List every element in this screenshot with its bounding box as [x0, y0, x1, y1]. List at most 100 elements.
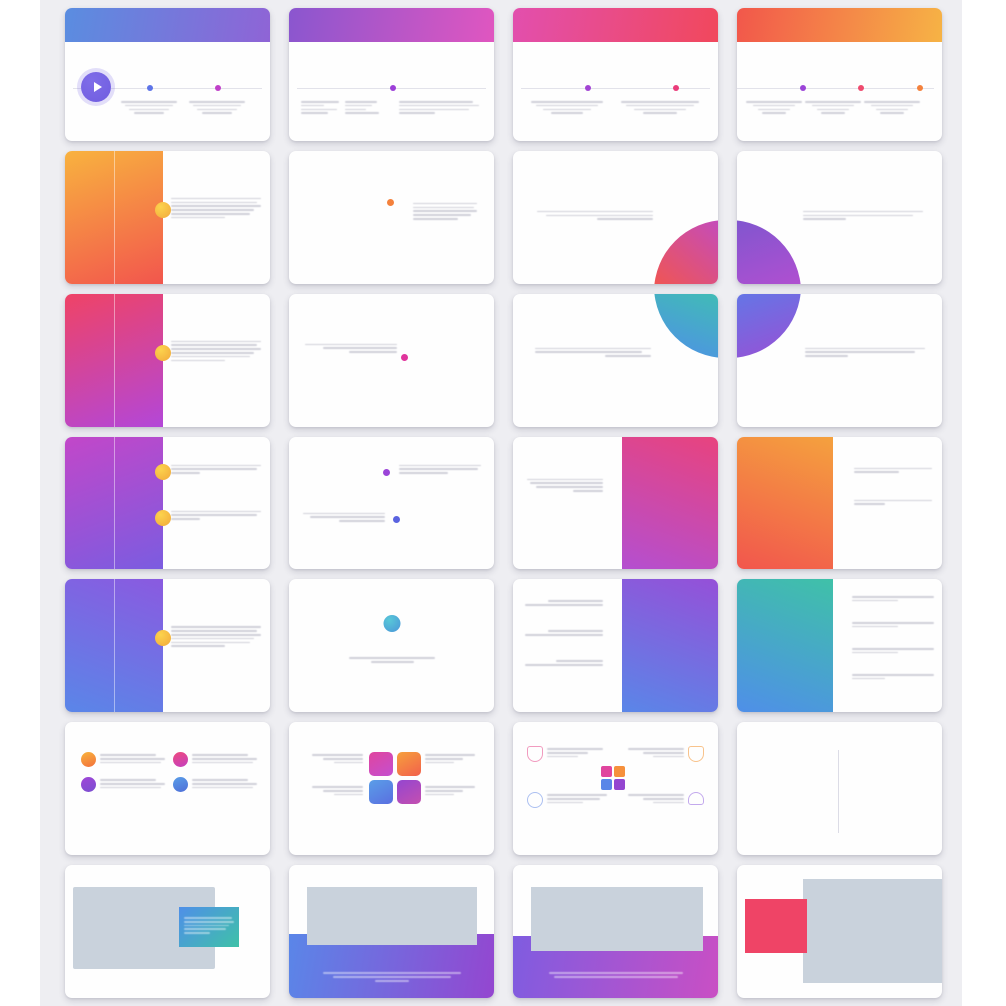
space-earth-photo [531, 887, 703, 952]
statement-body [803, 210, 923, 220]
swot-cell [81, 777, 165, 793]
slide-statement-02[interactable] [737, 150, 942, 284]
timeline-axis [521, 88, 710, 89]
swot-body [527, 478, 603, 492]
slide-explore-unknown[interactable] [513, 865, 718, 998]
item-body [170, 197, 261, 219]
item-body [852, 595, 934, 602]
slide-swot-analysis-icons[interactable] [513, 722, 718, 856]
swot-cell [173, 752, 257, 768]
panel-content [170, 462, 261, 474]
slide-timeline-panel-blue[interactable] [65, 579, 270, 713]
cell-body [628, 748, 684, 758]
square-t [397, 780, 421, 805]
timeline-dot [386, 198, 394, 206]
globe-icon [383, 615, 400, 633]
event-body [189, 101, 245, 114]
right-body [413, 202, 477, 220]
slide-west-europe[interactable] [289, 293, 494, 427]
timeline-body [737, 42, 942, 128]
slide-timeline-panel-pink[interactable] [65, 293, 270, 427]
gradient-panel [65, 150, 164, 284]
slide-swot-s[interactable] [513, 436, 718, 570]
timeline-knob [155, 201, 171, 218]
row-body [399, 464, 481, 474]
cell-body [100, 754, 165, 764]
panel-content [170, 508, 261, 520]
statement-number [654, 219, 718, 284]
slide-statement-01[interactable] [513, 150, 718, 284]
square-w [397, 752, 421, 777]
cell-body [425, 786, 487, 796]
screenshot-root [0, 0, 1006, 1006]
event-body [527, 101, 607, 114]
slide-timeline-1[interactable] [65, 8, 270, 141]
slide-statement-03[interactable] [737, 293, 942, 427]
slide-subtitle [349, 657, 435, 663]
timeline-dot [917, 85, 923, 91]
item-body [170, 510, 261, 520]
left-body [305, 343, 397, 353]
item-body [170, 464, 261, 474]
swot-cell [81, 752, 165, 768]
slide-play-by-rules[interactable] [289, 865, 494, 998]
panel-divider [114, 293, 116, 427]
slide-timeline-panel-orange[interactable] [65, 150, 270, 284]
chess-player-photo [803, 879, 942, 984]
timeline-dot [390, 85, 396, 91]
swot-cell [299, 752, 363, 764]
liability-card [179, 907, 239, 948]
slide-future-bright[interactable] [289, 579, 494, 713]
cell-body [192, 754, 257, 764]
swot-cell [173, 777, 257, 793]
slide-smart-decision[interactable] [737, 722, 942, 856]
event-body [121, 101, 177, 114]
statement-body [537, 210, 653, 220]
cell-body [547, 794, 607, 804]
timeline-dot [858, 85, 864, 91]
slide-timeline-panel-dual[interactable] [65, 436, 270, 570]
slide-swot-o[interactable] [513, 579, 718, 713]
cell-body [192, 779, 257, 789]
slide-swot-t[interactable] [737, 579, 942, 713]
item-body [854, 467, 932, 473]
event-body [399, 101, 479, 114]
timeline-dot [800, 85, 806, 91]
chess-hands-photo [307, 887, 477, 946]
panel-content [170, 623, 261, 647]
panel-content [170, 338, 261, 362]
timeline-dot [585, 85, 591, 91]
event-body [745, 101, 803, 114]
caption [549, 971, 683, 978]
slide-swot-analysis-squares[interactable] [289, 722, 494, 856]
slide-investments[interactable] [289, 436, 494, 570]
shield-icon [688, 746, 704, 763]
slide-grid [0, 0, 1006, 1006]
panel-content [170, 195, 261, 219]
timeline-dot [673, 85, 679, 91]
statement-number [737, 293, 801, 358]
swot-letter-panel [737, 579, 834, 713]
slide-timeline-3[interactable] [513, 8, 718, 141]
slide-timeline-2[interactable] [289, 8, 494, 141]
timeline-body [65, 42, 270, 128]
slide-our-values-chess[interactable] [737, 865, 942, 998]
cell-body [299, 786, 363, 796]
caption [323, 971, 461, 982]
item-body [854, 499, 932, 505]
slide-header [65, 8, 270, 42]
slide-our-values-team[interactable] [65, 865, 270, 998]
statement-body [535, 347, 651, 357]
slide-swot-analysis-badges[interactable] [65, 722, 270, 856]
slide-timeline-4[interactable] [737, 8, 942, 141]
panel-divider [114, 579, 116, 713]
slide-our-timeline-launch[interactable] [289, 150, 494, 284]
slide-statement-04[interactable] [513, 293, 718, 427]
slide-swot-w[interactable] [737, 436, 942, 570]
item-body [852, 621, 934, 628]
cell-body [100, 779, 165, 789]
cell-body [628, 794, 684, 804]
event-body [345, 101, 383, 114]
timeline-body [289, 42, 494, 128]
item-body [525, 660, 603, 666]
